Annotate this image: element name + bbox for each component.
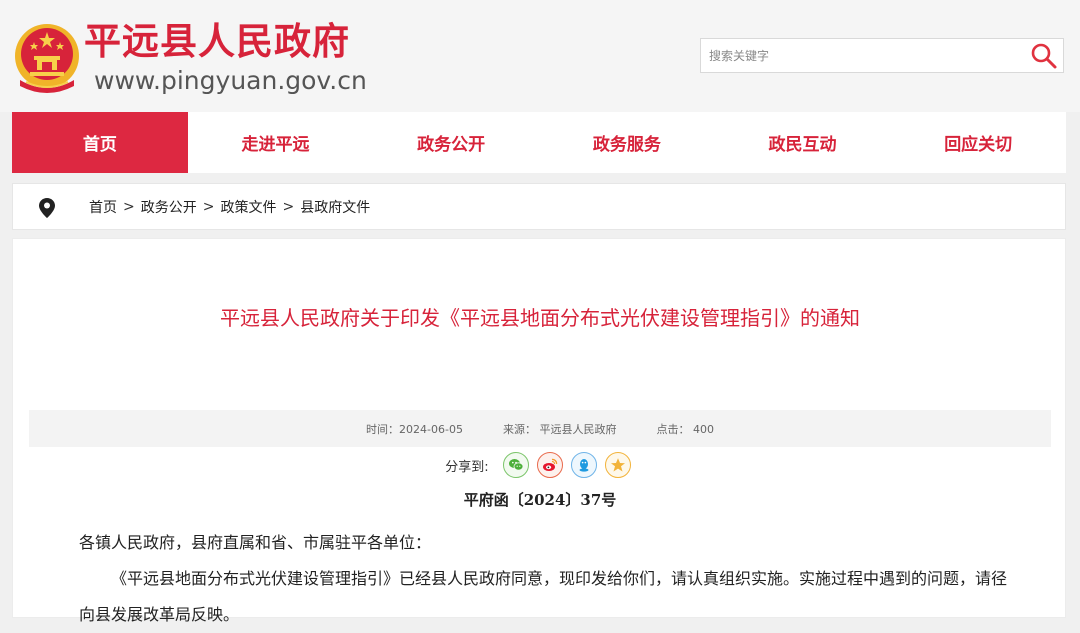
article-title: 平远县人民政府关于印发《平远县地面分布式光伏建设管理指引》的通知 bbox=[220, 306, 860, 330]
click-count: 点击： 400 bbox=[656, 422, 714, 436]
breadcrumb-separator: > bbox=[202, 198, 215, 215]
weibo-icon bbox=[542, 458, 557, 471]
breadcrumb-separator: > bbox=[123, 198, 135, 215]
nav-item-about-pingyuan[interactable]: 走进平远 bbox=[188, 112, 364, 173]
main-nav: 首页 走进平远 政务公开 政务服务 政民互动 回应关切 bbox=[12, 112, 1066, 173]
share-bar: 分享到: bbox=[13, 451, 1067, 479]
breadcrumb-county-documents[interactable]: 县政府文件 bbox=[300, 197, 370, 217]
site-header: 平远县人民政府 www.pingyuan.gov.cn bbox=[0, 0, 1080, 112]
breadcrumb-government-affairs[interactable]: 政务公开 bbox=[141, 197, 197, 217]
site-url: www.pingyuan.gov.cn bbox=[94, 66, 367, 95]
share-qq-button[interactable] bbox=[570, 452, 597, 478]
site-title: 平远县人民政府 bbox=[84, 20, 350, 63]
nav-item-home[interactable]: 首页 bbox=[12, 112, 188, 173]
breadcrumb-separator: > bbox=[282, 198, 295, 215]
document-salutation: 各镇人民政府，县府直属和省、市属驻平各单位： bbox=[79, 533, 432, 552]
search-box bbox=[700, 38, 1064, 73]
search-icon bbox=[1031, 43, 1057, 69]
breadcrumb: 首页 > 政务公开 > 政策文件 > 县政府文件 bbox=[12, 183, 1066, 230]
document-body: 各镇人民政府，县府直属和省、市属驻平各单位： 《平远县地面分布式光伏建设管理指引… bbox=[79, 525, 1009, 633]
share-wechat-button[interactable] bbox=[502, 452, 529, 478]
nav-item-government-affairs[interactable]: 政务公开 bbox=[363, 112, 539, 173]
breadcrumb-policy-documents[interactable]: 政策文件 bbox=[220, 197, 276, 217]
share-label: 分享到: bbox=[445, 459, 489, 475]
article-meta: 时间：2024-06-05 来源： 平远县人民政府 点击： 400 bbox=[29, 410, 1051, 447]
document-number: 平府函〔2024〕37号 bbox=[463, 491, 617, 509]
share-favorite-button[interactable] bbox=[604, 452, 631, 478]
article-source: 来源： 平远县人民政府 bbox=[502, 422, 617, 436]
nav-item-government-services[interactable]: 政务服务 bbox=[539, 112, 715, 173]
share-weibo-button[interactable] bbox=[536, 452, 563, 478]
publish-time: 时间：2024-06-05 bbox=[366, 422, 463, 436]
favorite-star-icon bbox=[610, 458, 625, 472]
document-paragraph: 《平远县地面分布式光伏建设管理指引》已经县人民政府同意，现印发给你们，请认真组织… bbox=[79, 569, 1008, 624]
search-input[interactable] bbox=[701, 39, 1021, 72]
nav-item-public-interaction[interactable]: 政民互动 bbox=[715, 112, 891, 173]
wechat-icon bbox=[508, 459, 524, 471]
breadcrumb-home[interactable]: 首页 bbox=[89, 197, 117, 217]
breadcrumb-trail: 首页 > 政务公开 > 政策文件 > 县政府文件 bbox=[89, 184, 370, 229]
national-emblem-icon bbox=[15, 24, 79, 93]
location-pin-icon bbox=[39, 198, 55, 218]
nav-item-response[interactable]: 回应关切 bbox=[890, 112, 1066, 173]
qq-icon bbox=[579, 459, 589, 472]
search-button[interactable] bbox=[1029, 41, 1059, 71]
article-content: 平远县人民政府关于印发《平远县地面分布式光伏建设管理指引》的通知 时间：2024… bbox=[12, 238, 1067, 624]
